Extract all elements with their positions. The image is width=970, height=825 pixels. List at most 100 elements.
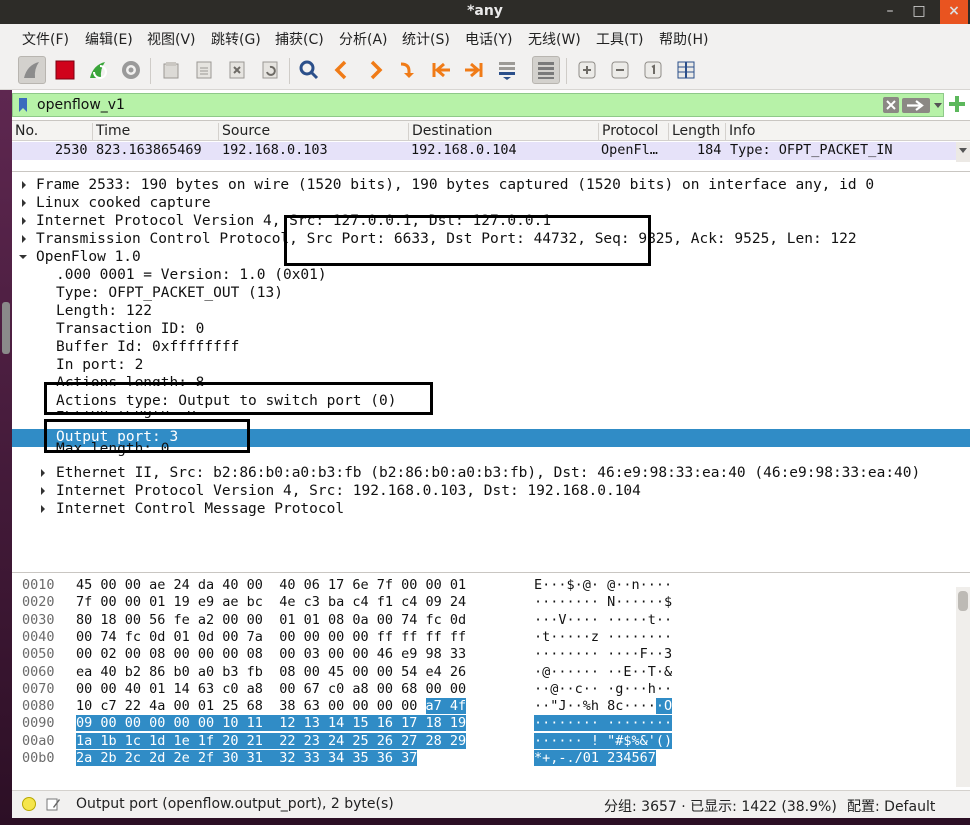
hex-ascii[interactable]: ··@··c·· ·g···h·· xyxy=(534,681,672,697)
hex-bytes[interactable]: 00 74 fc 0d 01 0d 00 7a 00 00 00 00 ff f… xyxy=(76,629,466,645)
hex-ascii[interactable]: E···$·@· @··n···· xyxy=(534,577,672,593)
apply-filter-icon[interactable] xyxy=(902,98,930,113)
column-header-destination[interactable]: Destination xyxy=(408,123,598,141)
hex-ascii[interactable]: ··"J··%h 8c·····O xyxy=(534,698,673,715)
filter-bookmark-icon[interactable] xyxy=(15,97,33,113)
hex-bytes[interactable]: 09 00 00 00 00 00 10 11 12 13 14 15 16 1… xyxy=(76,715,467,732)
chevron-right-icon[interactable] xyxy=(38,504,48,514)
menu-go[interactable]: 跳转(G) xyxy=(211,29,261,49)
chevron-right-icon[interactable] xyxy=(38,486,48,496)
shark-fin-icon[interactable] xyxy=(18,56,46,84)
hex-ascii[interactable]: ···V···· ·····t·· xyxy=(534,612,672,628)
tree-item-transaction-id[interactable]: Transaction ID: 0 xyxy=(12,321,970,339)
column-header-source[interactable]: Source xyxy=(218,123,408,141)
hex-ascii[interactable]: ········ ········ xyxy=(534,715,673,732)
stop-capture-icon[interactable] xyxy=(51,56,79,84)
capture-options-icon[interactable] xyxy=(117,56,145,84)
hex-ascii[interactable]: ·t·····z ········ xyxy=(534,629,672,645)
scrollbar-thumb[interactable] xyxy=(958,591,968,611)
menu-wireless[interactable]: 无线(W) xyxy=(528,29,581,49)
status-profile[interactable]: 配置: Default xyxy=(847,796,935,816)
normal-size-icon[interactable] xyxy=(639,56,667,84)
chevron-right-icon[interactable] xyxy=(19,234,29,244)
tree-item-frame[interactable]: Frame 2533: 190 bytes on wire (1520 bits… xyxy=(12,177,970,195)
chevron-down-icon[interactable] xyxy=(933,98,943,112)
tree-item-buffer-id[interactable]: Buffer Id: 0xffffffff xyxy=(12,339,970,357)
menu-help[interactable]: 帮助(H) xyxy=(659,29,708,49)
hex-ascii[interactable]: ·@······ ··E··T·& xyxy=(534,664,672,680)
tree-item-icmp[interactable]: Internet Control Message Protocol xyxy=(12,501,970,519)
tree-item-inner-ipv4[interactable]: Internet Protocol Version 4, Src: 192.16… xyxy=(12,483,970,501)
toolbar-separator xyxy=(566,58,567,84)
column-header-length[interactable]: Length xyxy=(668,123,725,141)
resize-columns-icon[interactable] xyxy=(672,56,700,84)
reload-file-icon[interactable] xyxy=(256,56,284,84)
zoom-in-icon[interactable] xyxy=(573,56,601,84)
column-header-info[interactable]: Info xyxy=(725,123,970,141)
minimize-button[interactable]: – xyxy=(876,0,904,24)
column-header-protocol[interactable]: Protocol xyxy=(598,123,668,141)
hex-ascii[interactable]: ········ N······$ xyxy=(534,594,672,610)
hex-ascii-plain: E···$·@· @··n···· xyxy=(534,577,673,593)
go-forward-icon[interactable] xyxy=(361,56,389,84)
search-icon[interactable] xyxy=(295,56,323,84)
last-packet-icon[interactable] xyxy=(460,56,488,84)
hex-scrollbar[interactable] xyxy=(956,587,970,787)
hex-bytes-selected: a7 4f xyxy=(425,698,467,715)
hex-bytes-selected: 09 00 00 00 00 00 10 11 12 13 14 15 16 1… xyxy=(76,715,467,732)
go-to-packet-icon[interactable] xyxy=(394,56,422,84)
hex-bytes[interactable]: 45 00 00 ae 24 da 40 00 40 06 17 6e 7f 0… xyxy=(76,577,466,593)
hex-bytes[interactable]: 1a 1b 1c 1d 1e 1f 20 21 22 23 24 25 26 2… xyxy=(76,732,467,749)
packet-list-scrollbar[interactable] xyxy=(956,142,970,162)
menu-view[interactable]: 视图(V) xyxy=(147,29,196,49)
hex-ascii[interactable]: ······ ! "#$%&'() xyxy=(534,732,673,749)
save-file-icon[interactable] xyxy=(190,56,218,84)
chevron-right-icon[interactable] xyxy=(19,198,29,208)
open-file-icon[interactable] xyxy=(157,56,185,84)
go-back-icon[interactable] xyxy=(328,56,356,84)
hex-bytes[interactable]: 00 02 00 08 00 00 00 08 00 03 00 00 46 e… xyxy=(76,646,466,662)
hex-bytes[interactable]: 2a 2b 2c 2d 2e 2f 30 31 32 33 34 35 36 3… xyxy=(76,750,418,766)
add-filter-button-icon[interactable] xyxy=(948,95,966,113)
column-header-no[interactable]: No. xyxy=(12,123,92,141)
hex-bytes[interactable]: 10 c7 22 4a 00 01 25 68 38 63 00 00 00 0… xyxy=(76,698,467,715)
capture-comment-icon[interactable] xyxy=(45,796,61,812)
hex-bytes[interactable]: 7f 00 00 01 19 e9 ae bc 4e c3 ba c4 f1 c… xyxy=(76,594,466,610)
restart-capture-icon[interactable] xyxy=(84,56,112,84)
hex-ascii[interactable]: *+,-./01 234567 xyxy=(534,750,656,766)
clear-filter-icon[interactable] xyxy=(883,97,899,113)
hex-ascii[interactable]: ········ ····F··3 xyxy=(534,646,672,662)
close-file-icon[interactable] xyxy=(223,56,251,84)
menu-edit[interactable]: 编辑(E) xyxy=(85,29,133,49)
hex-bytes[interactable]: 00 00 40 01 14 63 c0 a8 00 67 c0 a8 00 6… xyxy=(76,681,466,697)
zoom-out-icon[interactable] xyxy=(606,56,634,84)
tree-item-length[interactable]: Length: 122 xyxy=(12,303,970,321)
column-header-time[interactable]: Time xyxy=(92,123,218,141)
menu-statistics[interactable]: 统计(S) xyxy=(402,29,450,49)
chevron-down-icon[interactable] xyxy=(18,252,28,262)
menu-capture[interactable]: 捕获(C) xyxy=(275,29,324,49)
close-button[interactable]: × xyxy=(940,0,968,24)
expert-info-icon[interactable] xyxy=(22,797,36,811)
maximize-button[interactable]: □ xyxy=(905,0,933,24)
tree-item-version[interactable]: .000 0001 = Version: 1.0 (0x01) xyxy=(12,267,970,285)
hex-bytes[interactable]: 80 18 00 56 fe a2 00 00 01 01 08 0a 00 7… xyxy=(76,612,466,628)
tree-item-ethernet[interactable]: Ethernet II, Src: b2:86:b0:a0:b3:fb (b2:… xyxy=(12,465,970,483)
colorize-icon[interactable] xyxy=(532,56,560,84)
auto-scroll-icon[interactable] xyxy=(493,56,521,84)
tree-item-in-port[interactable]: In port: 2 xyxy=(12,357,970,375)
menu-analyze[interactable]: 分析(A) xyxy=(339,29,388,49)
menu-file[interactable]: 文件(F) xyxy=(22,29,69,49)
chevron-right-icon[interactable] xyxy=(38,468,48,478)
table-row[interactable]: 2530 823.163865469 192.168.0.103 192.168… xyxy=(12,142,956,160)
first-packet-icon[interactable] xyxy=(427,56,455,84)
menu-telephony[interactable]: 电话(Y) xyxy=(465,29,512,49)
hex-ascii-plain: ·t·····z ········ xyxy=(534,628,673,645)
display-filter-input[interactable] xyxy=(37,95,877,115)
menu-tools[interactable]: 工具(T) xyxy=(596,29,643,49)
chevron-right-icon[interactable] xyxy=(19,216,29,226)
tree-item-linux-cooked[interactable]: Linux cooked capture xyxy=(12,195,970,213)
hex-bytes[interactable]: ea 40 b2 86 b0 a0 b3 fb 08 00 45 00 00 5… xyxy=(76,664,466,680)
chevron-right-icon[interactable] xyxy=(19,180,29,190)
tree-item-type[interactable]: Type: OFPT_PACKET_OUT (13) xyxy=(12,285,970,303)
